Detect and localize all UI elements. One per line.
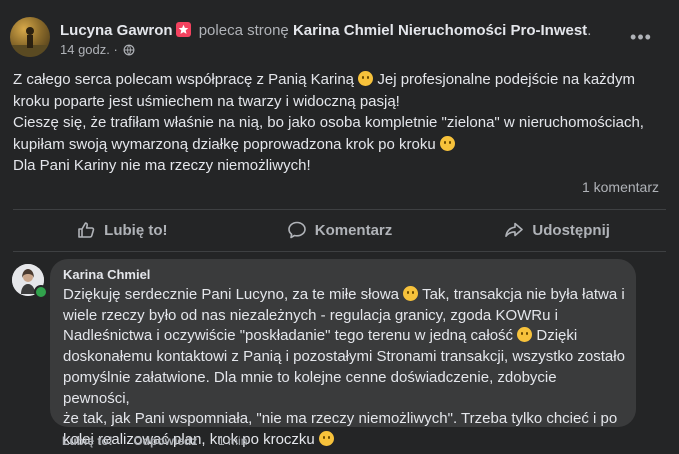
page-name[interactable]: Karina Chmiel Nieruchomości Pro-Inwest: [293, 22, 587, 39]
grinning-emoji-icon: [439, 135, 455, 151]
smiling-emoji-icon: [403, 286, 419, 301]
comment-like-button[interactable]: Lubię to!: [62, 434, 113, 448]
post-text-part-3: Dla Pani Kariny nie ma rzeczy niemożliwy…: [13, 157, 311, 174]
post-header: Lucyna Gawron poleca stronę Karina Chmie…: [10, 17, 669, 57]
post-meta: Lucyna Gawron poleca stronę Karina Chmie…: [60, 21, 620, 58]
post-actions: Lubię to! Komentarz Udostępnij: [13, 210, 666, 250]
post-card: Lucyna Gawron poleca stronę Karina Chmie…: [0, 0, 679, 454]
share-label: Udostępnij: [532, 221, 610, 239]
comment-bubble: Karina Chmiel Dziękuję serdecznie Pani L…: [50, 259, 636, 448]
comment-actions: Lubię to! Odpowiedz 1 min: [62, 434, 247, 448]
comment-text: Dziękuję serdecznie Pani Lucyno, za te m…: [63, 285, 625, 451]
comments-count-link[interactable]: 1 komentarz: [582, 179, 659, 195]
recommend-text: poleca stronę: [198, 22, 289, 39]
comment-text-part-1: Dziękuję serdecznie Pani Lucyno, za te m…: [63, 286, 404, 303]
like-label: Lubię to!: [104, 221, 168, 239]
comment-time[interactable]: 1 min: [218, 434, 247, 448]
thumbs-up-icon: [78, 222, 95, 238]
winking-emoji-icon: [517, 327, 533, 343]
author-name[interactable]: Lucyna Gawron: [60, 22, 173, 39]
post-time[interactable]: 14 godz. ·: [60, 42, 118, 57]
share-arrow-icon: [505, 222, 524, 237]
online-status-dot: [34, 285, 48, 299]
author-avatar[interactable]: [10, 17, 50, 57]
comment-reply-button[interactable]: Odpowiedz: [133, 434, 197, 448]
smiling-emoji-icon: [318, 430, 334, 446]
post-body: Z całego serca polecam współpracę z Pani…: [13, 69, 665, 177]
actions-bottom-divider: [13, 251, 666, 252]
like-button[interactable]: Lubię to!: [13, 210, 231, 250]
star-badge-icon: [175, 22, 191, 37]
speech-bubble-icon: [287, 221, 306, 239]
sentence-period: .: [587, 22, 592, 39]
globe-icon: [124, 44, 135, 56]
smiling-emoji-icon: [358, 71, 374, 86]
share-button[interactable]: Udostępnij: [448, 210, 666, 250]
commenter-name[interactable]: Karina Chmiel: [63, 267, 150, 282]
comment-label: Komentarz: [314, 221, 393, 239]
comment-text-part-3: Dzięki doskonałemu kontaktowi z Panią i …: [63, 327, 625, 448]
comment-button[interactable]: Komentarz: [231, 210, 449, 250]
post-text-part-1: Z całego serca polecam współpracę z Pani…: [13, 71, 359, 88]
more-options-button[interactable]: •••: [627, 23, 655, 51]
